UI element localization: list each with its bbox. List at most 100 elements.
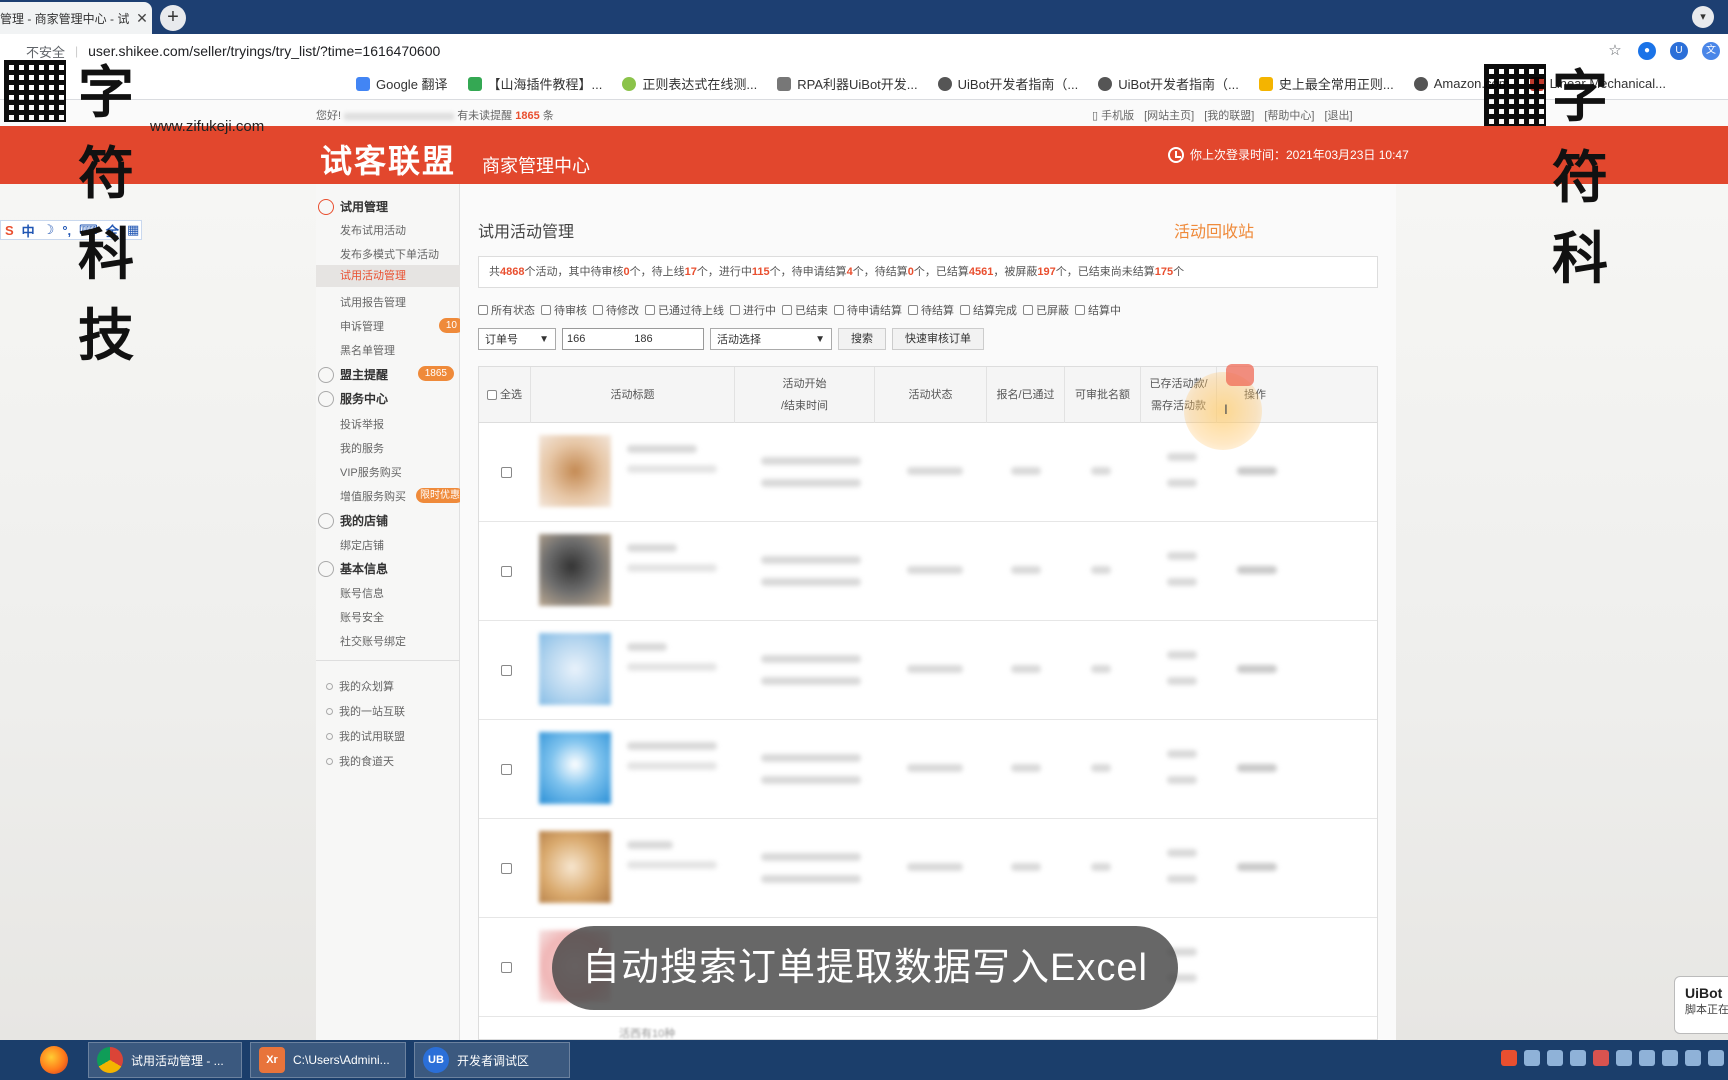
tray-icon[interactable]: [1524, 1050, 1540, 1066]
bookmark-regex-list[interactable]: 史上最全常用正则...: [1258, 74, 1394, 93]
tray-icon[interactable]: [1639, 1050, 1655, 1066]
extension-icon[interactable]: ●: [1638, 42, 1656, 60]
sidebar-item-blacklist[interactable]: 黑名单管理: [340, 342, 395, 358]
sidebar-link-food[interactable]: 我的食道天: [326, 753, 394, 769]
bookmark-rpa[interactable]: RPA利器UiBot开发...: [777, 74, 918, 93]
search-button[interactable]: 搜索: [838, 328, 886, 350]
taskbar-item-uibot[interactable]: UB 开发者调试区: [414, 1042, 570, 1078]
bookmark-shanhai[interactable]: 【山海插件教程】...: [467, 74, 602, 93]
select-all[interactable]: 全选: [479, 367, 531, 423]
punctuation-icon[interactable]: °,: [62, 223, 71, 238]
sidebar-item-vip[interactable]: VIP服务购买: [340, 464, 402, 480]
sidebar-group-reminder[interactable]: 盟主提醒 1865: [316, 366, 460, 383]
sidebar-item-my-service[interactable]: 我的服务: [340, 440, 384, 456]
sidebar-item-report-complaint[interactable]: 投诉举报: [340, 416, 384, 432]
mobile-link[interactable]: ▯ 手机版: [1092, 107, 1134, 123]
tray-icon[interactable]: [1547, 1050, 1563, 1066]
sidebar-item-publish-multi[interactable]: 发布多模式下单活动: [340, 246, 439, 262]
sidebar-group-trial[interactable]: 试用管理: [316, 198, 460, 215]
filter-settled[interactable]: 结算完成: [960, 302, 1017, 318]
browser-tab-active[interactable]: 管理 - 商家管理中心 - 试 ✕: [0, 2, 152, 34]
row-checkbox[interactable]: [501, 665, 512, 676]
sidebar-item-complaints[interactable]: 申诉管理 10: [340, 318, 464, 334]
translate-extension-icon[interactable]: 文: [1702, 42, 1720, 60]
ime-chinese[interactable]: 中: [22, 221, 35, 240]
ime-fullwidth[interactable]: 全: [106, 221, 119, 240]
sidebar-link-zhonghuasuan[interactable]: 我的众划算: [326, 678, 394, 694]
user-icon: [318, 560, 334, 577]
network-icon[interactable]: [1662, 1050, 1678, 1066]
filter-modify[interactable]: 待修改: [593, 302, 639, 318]
star-icon[interactable]: ☆: [1606, 42, 1624, 60]
bookmark-regex[interactable]: 正则表达式在线测...: [622, 74, 757, 93]
firefox-icon[interactable]: [40, 1046, 68, 1074]
sidebar-link-hulian[interactable]: 我的一站互联: [326, 703, 405, 719]
unread-count[interactable]: 1865: [515, 110, 539, 122]
sidebar-group-shop[interactable]: 我的店铺: [316, 512, 460, 529]
sidebar-item-reports[interactable]: 试用报告管理: [340, 294, 406, 310]
sidebar-item-trial-manage[interactable]: 试用活动管理: [316, 265, 460, 287]
row-checkbox[interactable]: [501, 863, 512, 874]
filter-to-settle[interactable]: 待结算: [908, 302, 954, 318]
row-checkbox[interactable]: [501, 764, 512, 775]
close-icon[interactable]: ✕: [132, 10, 152, 27]
search-input[interactable]: 166 186: [562, 328, 704, 350]
volume-icon[interactable]: [1685, 1050, 1701, 1066]
moon-icon[interactable]: ☽: [43, 222, 55, 238]
bookmark-uibot-guide-1[interactable]: UiBot开发者指南（...: [937, 74, 1078, 93]
quick-review-button[interactable]: 快速审核订单: [892, 328, 984, 350]
filter-apply-settle[interactable]: 待申请结算: [834, 302, 902, 318]
row-checkbox[interactable]: [501, 566, 512, 577]
start-button[interactable]: [0, 1040, 34, 1080]
filter-approved[interactable]: 已通过待上线: [645, 302, 724, 318]
sidebar-item-publish[interactable]: 发布试用活动: [340, 222, 406, 238]
home-link[interactable]: [网站主页]: [1144, 107, 1194, 123]
limited-offer-badge: 限时优惠: [416, 488, 464, 503]
tray-icon[interactable]: [1616, 1050, 1632, 1066]
filter-ended[interactable]: 已结束: [782, 302, 828, 318]
row-checkbox[interactable]: [501, 467, 512, 478]
bookmark-uibot-guide-2[interactable]: UiBot开发者指南（...: [1098, 74, 1239, 93]
sidebar-item-bind-shop[interactable]: 绑定店铺: [340, 537, 384, 553]
address-bar[interactable]: 不安全 | user.shikee.com/seller/tryings/try…: [0, 34, 1728, 68]
filter-settling[interactable]: 结算中: [1075, 302, 1121, 318]
uibot-notification[interactable]: UiBot 脚本正在: [1674, 976, 1728, 1034]
sidebar-item-social[interactable]: 社交账号绑定: [340, 633, 406, 649]
search-type-select[interactable]: 订单号 ▼: [478, 328, 556, 350]
my-union-link[interactable]: [我的联盟]: [1204, 107, 1254, 123]
row-checkbox[interactable]: [501, 962, 512, 973]
sogou-tray-icon[interactable]: [1501, 1050, 1517, 1066]
clock-tray-icon[interactable]: [1708, 1050, 1724, 1066]
taskbar-item-explorer[interactable]: Xr C:\Users\Admini...: [250, 1042, 406, 1078]
url-text[interactable]: user.shikee.com/seller/tryings/try_list/…: [88, 43, 440, 59]
filter-blocked[interactable]: 已屏蔽: [1023, 302, 1069, 318]
bookmark-google-translate[interactable]: Google 翻译: [356, 74, 448, 93]
sidebar-item-value-added[interactable]: 增值服务购买 限时优惠: [340, 488, 464, 504]
sidebar-item-account-info[interactable]: 账号信息: [340, 585, 384, 601]
activity-select[interactable]: 活动选择 ▼: [710, 328, 832, 350]
grid-icon[interactable]: ▦: [127, 222, 139, 238]
logout-link[interactable]: [退出]: [1324, 107, 1352, 123]
tray-icon[interactable]: [1593, 1050, 1609, 1066]
bookmark-amazon[interactable]: Amazon.com: [1413, 76, 1510, 91]
sidebar-group-info[interactable]: 基本信息: [316, 560, 460, 577]
recycle-bin-link[interactable]: 活动回收站: [1174, 218, 1254, 242]
sidebar-link-trial-union[interactable]: 我的试用联盟: [326, 728, 405, 744]
keyboard-icon[interactable]: ⌨: [79, 222, 98, 238]
insecure-label[interactable]: 不安全: [26, 42, 65, 61]
sidebar-item-account-security[interactable]: 账号安全: [340, 609, 384, 625]
bookmark-linear[interactable]: Linear Mechanical...: [1529, 76, 1666, 91]
ime-toolbar[interactable]: S 中 ☽ °, ⌨ 全 ▦: [0, 220, 142, 240]
site-logo[interactable]: 试客联盟: [320, 136, 456, 182]
filter-running[interactable]: 进行中: [730, 302, 776, 318]
chevron-down-icon[interactable]: ▾: [1692, 6, 1714, 28]
filter-pending[interactable]: 待审核: [541, 302, 587, 318]
new-tab-button[interactable]: +: [160, 5, 186, 31]
filter-all[interactable]: 所有状态: [478, 302, 535, 318]
taskbar-item-chrome[interactable]: 试用活动管理 - ...: [88, 1042, 242, 1078]
sogou-icon[interactable]: S: [5, 223, 14, 238]
uibot-extension-icon[interactable]: U: [1670, 42, 1688, 60]
tray-icon[interactable]: [1570, 1050, 1586, 1066]
help-link[interactable]: [帮助中心]: [1264, 107, 1314, 123]
sidebar-group-service[interactable]: 服务中心: [316, 390, 460, 407]
